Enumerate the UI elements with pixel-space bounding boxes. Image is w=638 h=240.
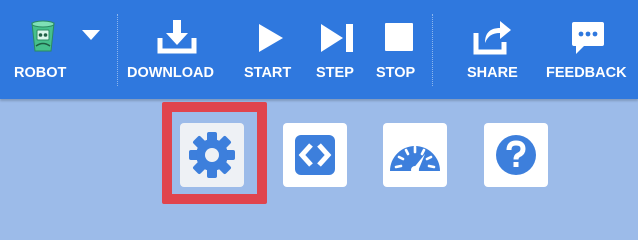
speed-button[interactable] [383, 123, 447, 187]
code-icon [295, 135, 335, 175]
help-button[interactable] [484, 123, 548, 187]
feedback-button[interactable]: FEEDBACK [542, 0, 636, 99]
toolbar: ROBOT DOWNLOAD START STEP STOP SHARE FEE… [0, 0, 638, 99]
robot-dropdown[interactable] [80, 28, 102, 42]
start-button[interactable]: START [240, 0, 300, 99]
step-label: STEP [316, 65, 354, 81]
download-icon [157, 18, 197, 54]
step-button[interactable]: STEP [312, 0, 362, 99]
robot-button[interactable]: ROBOT [10, 0, 76, 99]
robot-label: ROBOT [14, 65, 67, 81]
selection-highlight [162, 102, 267, 204]
robot-icon [29, 19, 57, 53]
share-button[interactable]: SHARE [460, 0, 528, 99]
share-icon [473, 17, 513, 55]
question-icon [496, 135, 536, 175]
code-button[interactable] [283, 123, 347, 187]
stop-label: STOP [376, 65, 416, 81]
toolbar-separator [432, 14, 433, 86]
feedback-icon [570, 20, 606, 56]
start-label: START [244, 65, 292, 81]
download-label: DOWNLOAD [127, 65, 214, 81]
toolbar-separator [117, 14, 118, 86]
feedback-label: FEEDBACK [546, 65, 627, 81]
share-label: SHARE [467, 65, 518, 81]
download-button[interactable]: DOWNLOAD [124, 0, 230, 99]
step-icon [319, 22, 355, 54]
stop-icon [384, 22, 414, 52]
gauge-icon [390, 145, 440, 174]
caret-down-icon [82, 30, 100, 40]
stop-button[interactable]: STOP [372, 0, 426, 99]
play-icon [257, 22, 285, 54]
